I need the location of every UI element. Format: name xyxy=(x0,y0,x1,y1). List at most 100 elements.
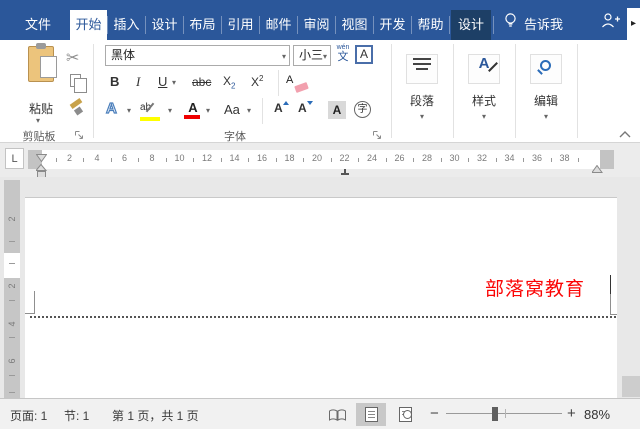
cut-icon[interactable]: ✂ xyxy=(66,48,79,68)
styles-dropdown[interactable]: ▾ xyxy=(454,112,514,121)
tab-review[interactable]: 审阅 xyxy=(298,10,335,40)
tab-separator xyxy=(183,16,184,34)
read-mode-button[interactable] xyxy=(322,403,352,426)
zoom-out-button[interactable]: − xyxy=(430,405,439,422)
tab-developer[interactable]: 开发 xyxy=(374,10,411,40)
grow-font-button[interactable]: A xyxy=(274,101,289,115)
strikethrough-button[interactable]: abc xyxy=(192,75,211,89)
font-name-combobox[interactable]: 黑体 ▾ xyxy=(105,45,290,66)
tab-insert[interactable]: 插入 xyxy=(108,10,145,40)
shrink-font-button[interactable]: A xyxy=(298,101,313,115)
zoom-slider-track[interactable] xyxy=(446,413,562,414)
paragraph-group-button[interactable]: 段落 ▾ xyxy=(392,40,452,140)
ruler-tick xyxy=(55,158,57,162)
font-color-dropdown[interactable]: ▾ xyxy=(206,106,210,115)
zoom-percentage[interactable]: 88% xyxy=(584,407,630,422)
expand-arrow-button[interactable]: ▸ xyxy=(627,8,640,40)
tab-view[interactable]: 视图 xyxy=(336,10,373,40)
subscript-button[interactable]: X2 xyxy=(223,74,235,90)
header-boundary-line xyxy=(30,316,616,318)
print-layout-button[interactable] xyxy=(356,403,386,426)
tab-separator xyxy=(449,16,450,34)
lightbulb-icon[interactable] xyxy=(502,12,519,34)
character-shading-icon[interactable]: A xyxy=(328,101,346,119)
ruler-tick xyxy=(358,158,360,162)
web-layout-button[interactable] xyxy=(390,403,420,426)
ruler-tick xyxy=(193,158,195,162)
clipboard-group-label: 剪贴板 xyxy=(22,131,56,143)
tab-home[interactable]: 开始 xyxy=(70,10,107,40)
underline-button[interactable]: U xyxy=(158,74,167,89)
character-border-icon[interactable]: A xyxy=(355,45,373,64)
text-effects-dropdown[interactable]: ▾ xyxy=(127,106,131,115)
tab-layout[interactable]: 布局 xyxy=(184,10,221,40)
paste-clipboard-icon-top xyxy=(36,43,46,49)
tab-separator xyxy=(297,16,298,34)
status-page-number[interactable]: 页面: 1 xyxy=(10,407,47,424)
ruler-tick xyxy=(110,158,112,162)
vertical-ruler[interactable]: 2 2 4 6 xyxy=(4,180,20,398)
ruler-tick xyxy=(9,300,15,301)
tab-design-contextual[interactable]: 设计 xyxy=(451,10,491,40)
font-color-icon[interactable]: A xyxy=(184,100,202,119)
horizontal-ruler[interactable]: 2 4 6 8 10 12 14 16 18 20 22 24 26 28 30 32 34 36 38 xyxy=(28,150,614,175)
zoom-slider-thumb[interactable] xyxy=(492,407,498,421)
editing-group-button[interactable]: 编辑 ▾ xyxy=(516,40,576,140)
styles-icon: A xyxy=(468,54,500,84)
ruler-tick xyxy=(495,158,497,162)
format-painter-icon[interactable] xyxy=(68,98,84,116)
status-page-of[interactable]: 第 1 页，共 1 页 xyxy=(112,407,199,424)
scrollbar[interactable] xyxy=(622,376,640,397)
bold-button[interactable]: B xyxy=(110,74,119,89)
styles-group-button[interactable]: A 样式 ▾ xyxy=(454,40,514,140)
change-case-button[interactable]: Aa xyxy=(224,102,240,117)
underline-dropdown[interactable]: ▾ xyxy=(172,78,176,87)
tab-separator xyxy=(145,16,146,34)
highlight-dropdown[interactable]: ▾ xyxy=(168,106,172,115)
header-text[interactable]: 部落窝教育 xyxy=(485,274,585,301)
paragraph-icon xyxy=(406,54,438,84)
tab-design[interactable]: 设计 xyxy=(146,10,183,40)
center-tab-stop-marker[interactable] xyxy=(341,169,349,175)
status-section[interactable]: 节: 1 xyxy=(64,407,89,424)
italic-button[interactable]: I xyxy=(136,74,140,90)
paragraph-dropdown[interactable]: ▾ xyxy=(392,112,452,121)
font-dialog-launcher[interactable] xyxy=(372,128,384,140)
highlight-color-icon[interactable]: ab xyxy=(140,102,164,122)
paste-dropdown[interactable]: ▾ xyxy=(36,116,40,125)
tab-separator xyxy=(373,16,374,34)
tab-references[interactable]: 引用 xyxy=(222,10,259,40)
phonetic-guide-icon[interactable]: wén 文 xyxy=(334,44,352,63)
ruler-tick xyxy=(440,158,442,162)
change-case-dropdown[interactable]: ▾ xyxy=(247,106,251,115)
tab-help[interactable]: 帮助 xyxy=(412,10,449,40)
tab-separator xyxy=(259,16,260,34)
chevron-down-icon[interactable]: ▾ xyxy=(323,47,327,66)
copy-icon[interactable] xyxy=(70,74,87,93)
person-add-icon[interactable] xyxy=(600,12,620,34)
clipboard-dialog-launcher[interactable] xyxy=(74,128,86,140)
ruler-number: 20 xyxy=(311,153,322,163)
ruler-strip: L 2 4 6 8 10 12 14 16 18 20 22 24 26 28 30 32 34 36 38 xyxy=(0,143,640,178)
chevron-down-icon[interactable]: ▾ xyxy=(282,47,286,66)
tab-file[interactable]: 文件 xyxy=(10,10,66,40)
group-separator xyxy=(93,44,94,138)
collapse-ribbon-icon[interactable] xyxy=(618,126,634,140)
tell-me[interactable]: 告诉我 xyxy=(524,10,563,40)
tab-mailings[interactable]: 邮件 xyxy=(260,10,297,40)
zoom-in-button[interactable]: + xyxy=(567,405,576,422)
font-size-combobox[interactable]: 小三 ▾ xyxy=(293,45,331,66)
clear-formatting-icon[interactable]: A xyxy=(286,74,308,92)
ruler-tick xyxy=(9,263,15,264)
text-effects-icon[interactable]: A xyxy=(105,99,117,117)
document-page[interactable]: 部落窝教育 xyxy=(25,197,617,398)
enclose-characters-icon[interactable]: 字 xyxy=(354,101,371,118)
tab-stop-selector[interactable]: L xyxy=(5,148,24,169)
editing-dropdown[interactable]: ▾ xyxy=(516,112,576,121)
ruler-tick xyxy=(9,375,15,376)
ruler-tick xyxy=(83,158,85,162)
ruler-tick xyxy=(9,392,15,393)
editing-label: 编辑 xyxy=(533,94,558,108)
superscript-button[interactable]: X2 xyxy=(251,74,263,89)
right-indent-marker[interactable] xyxy=(591,160,603,178)
